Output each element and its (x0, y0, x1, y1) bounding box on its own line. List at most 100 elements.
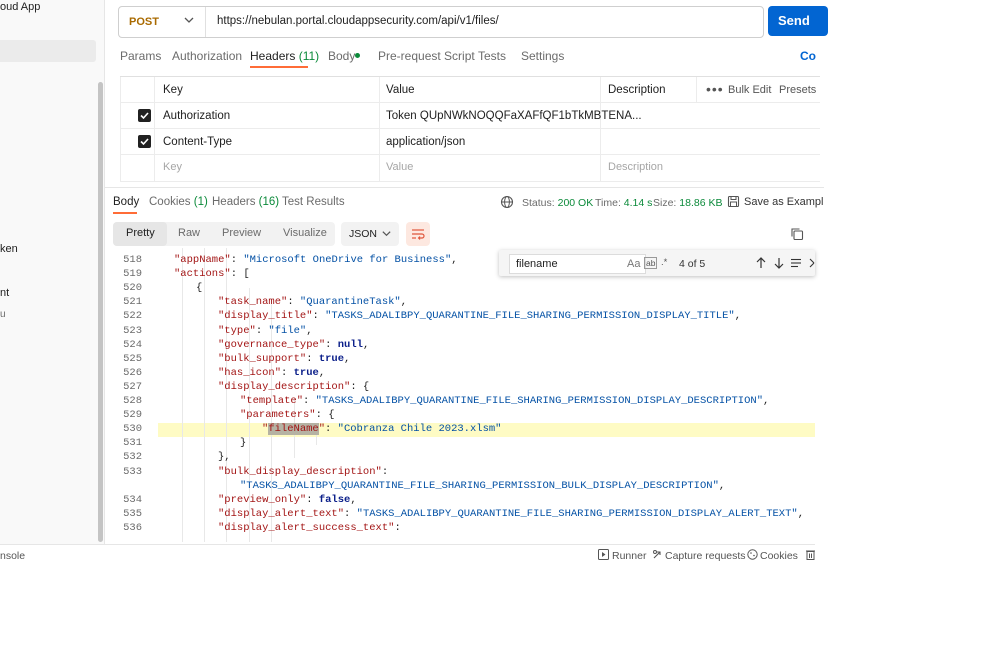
code-line: { (196, 282, 202, 294)
globe-icon[interactable] (500, 195, 514, 209)
header-value-cell[interactable]: Token QUpNWkNOQQFaXAFfQF1bTkMBTENA... (386, 110, 642, 122)
json-punctuation: , (451, 254, 458, 266)
tab-pre-request-script[interactable]: Pre-request Script (378, 49, 475, 63)
tab-settings[interactable]: Settings (521, 49, 564, 63)
json-punctuation: , (344, 352, 351, 365)
sidebar-item-label[interactable]: u (0, 309, 6, 320)
new-value-input[interactable]: Value (386, 161, 413, 173)
bulk-edit-link[interactable]: Bulk Edit (728, 84, 771, 96)
find-in-selection-icon[interactable] (790, 257, 802, 269)
code-line: }, (218, 451, 231, 463)
save-icon[interactable] (727, 195, 740, 208)
json-value: "Microsoft OneDrive for Business" (243, 254, 452, 266)
json-punctuation: , (718, 479, 726, 492)
cookies-button[interactable]: Cookies (760, 550, 798, 562)
presets-dropdown[interactable]: Presets (779, 84, 816, 96)
trash-icon[interactable] (806, 549, 815, 560)
tab-tests[interactable]: Tests (478, 49, 506, 63)
copy-icon[interactable] (790, 227, 804, 241)
size-value: 18.86 KB (679, 197, 723, 209)
view-tab-pretty[interactable]: Pretty (126, 227, 155, 239)
view-tab-raw[interactable]: Raw (178, 227, 200, 239)
view-tab-visualize[interactable]: Visualize (283, 227, 327, 239)
url-input[interactable]: https://nebulan.portal.cloudappsecurity.… (217, 15, 499, 27)
regex-toggle[interactable]: .* (661, 257, 667, 268)
json-value: "file" (268, 324, 307, 337)
pane-divider[interactable] (104, 187, 824, 188)
save-as-example-button[interactable]: Save as Exampl (744, 196, 823, 208)
code-line: "template": "TASKS_ADALIBPY_QUARANTINE_F… (240, 395, 769, 407)
header-row-checkbox[interactable] (138, 135, 151, 148)
json-punctuation: : (230, 254, 244, 266)
line-number: 527 (123, 380, 142, 393)
wrap-lines-icon (411, 227, 425, 241)
sidebar-scrollbar[interactable] (98, 82, 103, 542)
arrow-down-icon[interactable] (773, 256, 785, 270)
header-key-cell[interactable]: Authorization (163, 110, 230, 122)
json-punctuation: , (362, 338, 370, 351)
sidebar-item-label[interactable]: oud App (0, 1, 40, 13)
json-value: "TASKS_ADALIBPY_QUARANTINE_FILE_SHARING_… (315, 395, 763, 407)
table-divider (154, 77, 155, 181)
json-value: null (337, 338, 363, 351)
status-value: 200 OK (557, 197, 594, 209)
view-tab-preview[interactable]: Preview (222, 227, 261, 239)
response-time: Time: 4.14 s (595, 197, 652, 209)
json-key: "template" (240, 395, 304, 407)
tab-authorization[interactable]: Authorization (172, 49, 242, 63)
wrap-lines-button[interactable] (406, 222, 430, 246)
code-line: } (240, 437, 246, 449)
header-row-checkbox[interactable] (138, 109, 151, 122)
header-value-cell[interactable]: application/json (386, 136, 465, 148)
json-punctuation: : (255, 324, 269, 337)
capture-requests-button[interactable]: Capture requests (665, 550, 746, 562)
new-key-input[interactable]: Key (163, 161, 182, 173)
sidebar-item-label[interactable]: ken (0, 243, 18, 255)
code-line: "governance_type": null, (218, 339, 369, 351)
status-bar: nsole Runner Capture requests Cookies (0, 544, 815, 567)
code-link[interactable]: Co (800, 49, 816, 63)
new-description-input[interactable]: Description (608, 161, 663, 173)
close-icon[interactable] (809, 258, 815, 268)
code-line: "display_description": { (218, 381, 369, 393)
method-select[interactable]: POST (119, 7, 206, 37)
indent-guide (182, 248, 183, 542)
find-input[interactable]: filename Aa (509, 254, 646, 274)
tab-params[interactable]: Params (120, 49, 161, 63)
format-select[interactable]: JSON (341, 222, 399, 246)
line-number: 526 (123, 366, 142, 379)
arrow-up-icon[interactable] (755, 256, 767, 270)
json-punctuation: : (306, 493, 319, 506)
checkmark-icon (140, 138, 149, 146)
line-number: 522 (123, 310, 142, 323)
response-tab-body[interactable]: Body (113, 196, 139, 208)
match-whole-word-toggle[interactable]: ab (644, 257, 658, 269)
json-punctuation: : (306, 352, 319, 365)
response-tab-headers[interactable]: Headers (16) (212, 196, 279, 208)
console-button[interactable]: nsole (0, 550, 25, 562)
active-tab-indicator (113, 212, 137, 214)
sidebar-selected-item[interactable] (0, 40, 96, 62)
line-number: 533 (123, 465, 142, 478)
runner-button[interactable]: Runner (612, 550, 646, 562)
tab-headers[interactable]: Headers (11) (250, 49, 319, 63)
column-header-value: Value (386, 84, 415, 96)
json-value: "Cobranza Chile 2023.xlsm" (337, 423, 502, 436)
code-line: "actions": [ (174, 268, 250, 280)
line-number: 530 (123, 423, 142, 436)
tab-body[interactable]: Body (328, 49, 355, 63)
response-tab-cookies[interactable]: Cookies (1) (149, 196, 208, 208)
json-punctuation: } (240, 437, 247, 450)
line-number: 521 (123, 296, 142, 309)
send-button[interactable]: Send (768, 6, 828, 36)
match-case-toggle[interactable]: Aa (627, 258, 640, 270)
sidebar-item-label[interactable]: nt (0, 287, 9, 299)
json-key: "appName" (174, 254, 231, 266)
response-tab-test-results[interactable]: Test Results (282, 196, 345, 208)
runner-icon (598, 549, 609, 560)
header-key-cell[interactable]: Content-Type (163, 136, 232, 148)
json-punctuation: : (394, 521, 401, 534)
size-label: Size: (653, 197, 677, 209)
response-body-editor[interactable]: "appName": "Microsoft OneDrive for Busin… (104, 248, 815, 542)
more-options-icon[interactable]: ••• (706, 81, 724, 97)
